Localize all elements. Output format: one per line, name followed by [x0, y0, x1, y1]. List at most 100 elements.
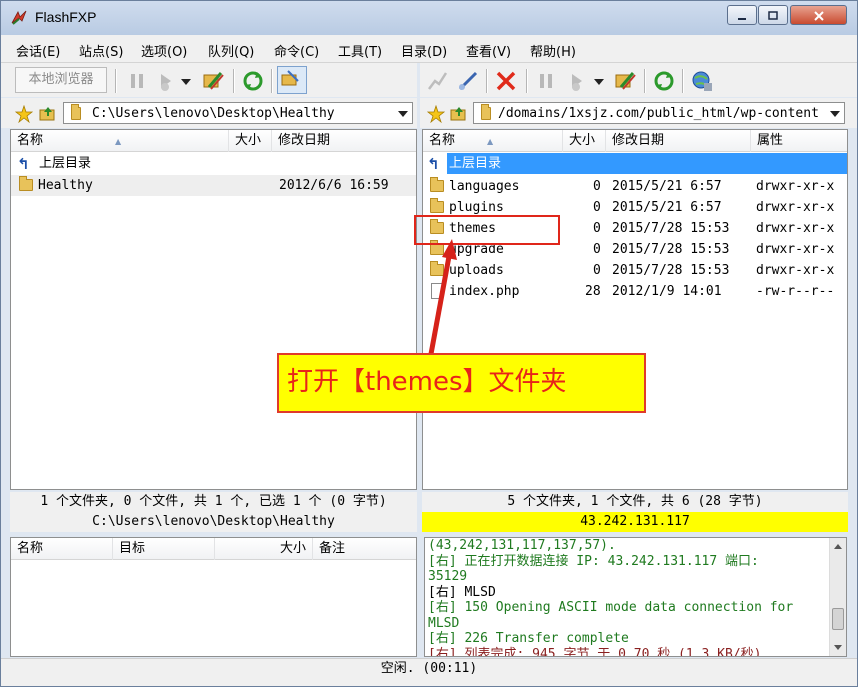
close-icon [813, 11, 824, 21]
pause-icon[interactable] [125, 69, 149, 93]
connect-icon[interactable] [201, 69, 225, 93]
item-size: 0 [593, 179, 601, 194]
menu-commands[interactable]: 命令(C) [274, 41, 319, 60]
folder-icon [430, 198, 444, 213]
menu-queue[interactable]: 队列(Q) [208, 41, 254, 60]
toolbar-separator [486, 69, 488, 93]
title-bar: FlashFXP [1, 1, 857, 35]
left-path-combobox[interactable]: C:\Users\lenovo\Desktop\Healthy [63, 102, 413, 124]
list-item-file[interactable]: index.php 28 2012/1/9 14:01 -rw-r--r-- [423, 281, 847, 302]
local-browser-button[interactable]: 本地浏览器 [15, 67, 107, 93]
close-button[interactable] [790, 5, 847, 25]
item-attributes: drwxr-xr-x [756, 221, 835, 236]
column-target[interactable]: 目标 [113, 538, 215, 560]
list-item-parent-dir[interactable]: ↰ 上层目录 [423, 153, 847, 174]
menu-sites[interactable]: 站点(S) [79, 41, 123, 60]
list-item-parent-dir[interactable]: ↰ 上层目录 [11, 153, 416, 174]
column-size[interactable]: 大小 [215, 538, 313, 560]
menu-options[interactable]: 选项(O) [141, 41, 187, 60]
log-line: 35129 [428, 569, 468, 584]
menu-view[interactable]: 查看(V) [466, 41, 511, 60]
refresh-icon[interactable] [652, 69, 676, 93]
pause-icon[interactable] [534, 69, 558, 93]
right-path-bar: /domains/1xsjz.com/public_html/wp-conten… [420, 98, 857, 128]
disconnect-icon[interactable] [426, 69, 450, 93]
column-note[interactable]: 备注 [313, 538, 416, 560]
scroll-down-icon[interactable] [830, 639, 846, 655]
toolbar-separator [271, 69, 273, 93]
transfer-icon[interactable] [155, 69, 179, 93]
item-name: Healthy [38, 178, 93, 193]
log-line: [右] 150 Opening ASCII mode data connecti… [428, 600, 794, 615]
queue-column-header: 名称 目标 大小 备注 [11, 538, 416, 560]
item-attributes: drwxr-xr-x [756, 200, 835, 215]
column-name[interactable]: 名称 [11, 538, 113, 560]
queue-list[interactable]: 名称 目标 大小 备注 [10, 537, 417, 657]
minimize-icon [738, 18, 746, 20]
list-item-folder[interactable]: languages 0 2015/5/21 6:57 drwxr-xr-x [423, 176, 847, 197]
item-date: 2012/1/9 14:01 [612, 284, 722, 299]
item-date: 2012/6/6 16:59 [279, 178, 389, 193]
menu-tools[interactable]: 工具(T) [338, 41, 382, 60]
star-icon[interactable] [427, 105, 445, 123]
minimize-button[interactable] [727, 5, 757, 25]
toolbar-separator [233, 69, 235, 93]
quick-connect-icon[interactable] [456, 69, 480, 93]
right-file-list[interactable]: 名称 ▲ 大小 修改日期 属性 ↰ 上层目录 languages 0 2015/… [422, 129, 848, 490]
refresh-icon[interactable] [241, 69, 265, 93]
right-path-input[interactable]: /domains/1xsjz.com/public_html/wp-conten… [498, 106, 822, 121]
chevron-down-icon[interactable] [179, 69, 193, 93]
log-panel[interactable]: (43,242,131,117,137,57). [右] 正在打开数据连接 IP… [424, 537, 847, 657]
log-scrollbar[interactable] [829, 538, 846, 656]
column-size[interactable]: 大小 [563, 130, 606, 152]
right-status: 5 个文件夹, 1 个文件, 共 6 (28 字节) [422, 492, 848, 512]
column-date[interactable]: 修改日期 [272, 130, 416, 152]
folder-icon [481, 104, 491, 120]
item-attributes: drwxr-xr-x [756, 179, 835, 194]
menu-session[interactable]: 会话(E) [16, 41, 60, 60]
list-item-selected[interactable]: Healthy 2012/6/6 16:59 [11, 175, 416, 196]
log-line: (43,242,131,117,137,57). [428, 538, 616, 553]
scroll-up-icon[interactable] [830, 539, 846, 555]
chevron-down-icon[interactable] [592, 69, 606, 93]
right-column-header: 名称 ▲ 大小 修改日期 属性 [423, 130, 847, 152]
star-icon[interactable] [15, 105, 33, 123]
toolbar-separator [682, 69, 684, 93]
log-line: MLSD [428, 615, 460, 631]
folder-up-icon[interactable] [450, 104, 468, 122]
item-size: 28 [585, 284, 601, 299]
item-attributes: drwxr-xr-x [756, 263, 835, 278]
delete-icon[interactable] [494, 69, 518, 93]
item-attributes: drwxr-xr-x [756, 242, 835, 257]
scroll-thumb[interactable] [832, 608, 844, 630]
menu-bar: 会话(E) 站点(S) 选项(O) 队列(Q) 命令(C) 工具(T) 目录(D… [1, 35, 857, 63]
folder-icon [19, 176, 33, 191]
column-attributes[interactable]: 属性 [751, 130, 847, 152]
right-path-combobox[interactable]: /domains/1xsjz.com/public_html/wp-conten… [473, 102, 845, 124]
view-toggle-button[interactable] [277, 66, 307, 94]
left-file-list[interactable]: 名称 ▲ 大小 修改日期 ↰ 上层目录 Healthy 2012/6/6 16:… [10, 129, 417, 490]
log-line: [右] 正在打开数据连接 IP: 43.242.131.117 端口: [428, 553, 759, 569]
left-path-input[interactable]: C:\Users\lenovo\Desktop\Healthy [92, 106, 387, 121]
item-name: index.php [449, 284, 520, 299]
list-item-folder[interactable]: uploads 0 2015/7/28 15:53 drwxr-xr-x [423, 260, 847, 281]
globe-icon[interactable] [690, 69, 714, 93]
sort-ascending-icon: ▲ [487, 137, 494, 146]
transfer-icon[interactable] [566, 69, 590, 93]
maximize-button[interactable] [758, 5, 788, 25]
column-date[interactable]: 修改日期 [606, 130, 751, 152]
column-size[interactable]: 大小 [229, 130, 272, 152]
bottom-status-bar: 空闲. (00:11) [1, 658, 857, 686]
item-attributes: -rw-r--r-- [756, 284, 835, 299]
file-icon [431, 283, 443, 299]
menu-directory[interactable]: 目录(D) [401, 41, 447, 60]
left-column-header: 名称 ▲ 大小 修改日期 [11, 130, 416, 152]
item-name: 上层目录 [447, 153, 847, 174]
chevron-down-icon[interactable] [398, 111, 408, 117]
item-name: languages [449, 179, 520, 194]
menu-help[interactable]: 帮助(H) [530, 41, 576, 60]
folder-up-icon[interactable] [39, 104, 57, 122]
log-line: [右] 列表完成: 945 字节 于 0.70 秒 (1.3 KB/秒) [428, 646, 762, 657]
connect-icon[interactable] [613, 69, 637, 93]
chevron-down-icon[interactable] [830, 111, 840, 117]
